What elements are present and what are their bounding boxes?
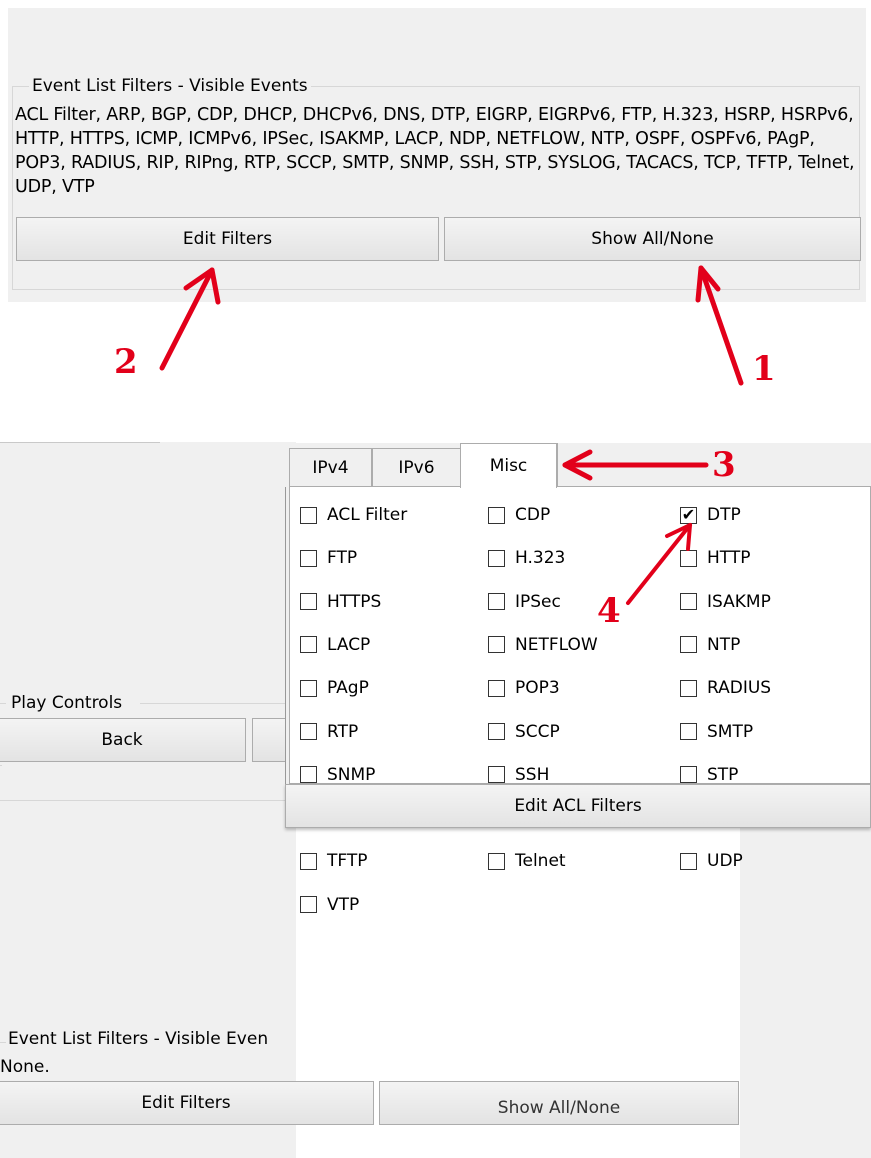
checkbox-label: VTP (327, 894, 360, 915)
show-all-none-button-secondary[interactable]: Show All/None (379, 1081, 739, 1125)
checkbox-udp[interactable]: UDP (680, 849, 743, 873)
checkbox-label: DTP (707, 505, 741, 525)
divider (0, 765, 2, 766)
checkbox-box[interactable] (488, 636, 505, 654)
tab-ipv6[interactable]: IPv6 (372, 448, 461, 487)
tab-ipv4[interactable]: IPv4 (289, 448, 372, 487)
edit-filters-button-secondary[interactable]: Edit Filters (0, 1081, 374, 1125)
checkbox-label: H.323 (515, 548, 566, 569)
checkbox-label: FTP (327, 548, 358, 569)
checkbox-label: NTP (707, 634, 741, 655)
group-title: Event List Filters - Visible Events (29, 76, 311, 96)
checkbox-box[interactable] (680, 636, 697, 654)
checkbox-box[interactable] (300, 723, 317, 740)
checkbox-label: TFTP (327, 851, 368, 872)
panel-background (740, 800, 871, 1158)
checkbox-box[interactable] (300, 549, 317, 567)
checkbox-ipsec[interactable]: IPSec (488, 590, 561, 614)
checkbox-box[interactable] (488, 506, 505, 524)
misc-tab-content: ACL Filter CDP ✔ DTP FTP H.323 HTTP HTTPS IPSec I… (289, 486, 871, 915)
checkbox-label: SNMP (327, 764, 376, 785)
checkbox-box[interactable] (300, 896, 317, 914)
checkbox-pop3[interactable]: POP3 (488, 676, 560, 700)
checkbox-box[interactable] (300, 679, 317, 697)
event-list-filters-title: Event List Filters - Visible Even (8, 1029, 269, 1049)
tab-separator (557, 443, 558, 487)
checkbox-label: NETFLOW (515, 634, 598, 655)
checkbox-smtp[interactable]: SMTP (680, 720, 753, 744)
checkbox-dtp[interactable]: ✔ DTP (680, 503, 741, 527)
checkbox-isakmp[interactable]: ISAKMP (680, 590, 771, 614)
checkbox-rtp[interactable]: RTP (300, 720, 358, 744)
checkbox-label: Telnet (515, 851, 566, 872)
divider (0, 1042, 6, 1043)
checkbox-label: RTP (327, 721, 359, 742)
checkbox-box[interactable] (488, 549, 505, 567)
checkbox-label: HTTPS (327, 591, 382, 612)
checkbox-radius[interactable]: RADIUS (680, 676, 771, 700)
checkbox-label: ISAKMP (707, 591, 771, 612)
checkbox-netflow[interactable]: NETFLOW (488, 633, 598, 657)
checkbox-label: POP3 (515, 678, 560, 699)
checkbox-acl-filter[interactable]: ACL Filter (300, 503, 407, 527)
divider (0, 800, 290, 801)
checkbox-box[interactable] (300, 636, 317, 654)
checkbox-label: SMTP (707, 721, 754, 742)
checkbox-label: STP (707, 764, 739, 785)
checkbox-label: SSH (515, 764, 550, 785)
checkbox-h-323[interactable]: H.323 (488, 546, 565, 570)
checkbox-label: IPSec (515, 591, 561, 612)
checkbox-box[interactable] (488, 593, 505, 611)
checkbox-box[interactable] (680, 766, 697, 784)
checkbox-telnet[interactable]: Telnet (488, 849, 566, 873)
annotation-step-3: 3 (712, 445, 736, 485)
checkbox-vtp[interactable]: VTP (300, 893, 359, 917)
checkbox-http[interactable]: HTTP (680, 546, 751, 570)
checkbox-box[interactable] (300, 593, 317, 611)
annotation-step-4: 4 (597, 591, 621, 631)
tab-misc[interactable]: Misc (460, 443, 557, 488)
checkbox-lacp[interactable]: LACP (300, 633, 370, 657)
checkbox-box[interactable] (680, 593, 697, 611)
annotation-step-2: 2 (114, 342, 138, 382)
checkbox-label: PAgP (327, 678, 369, 699)
checkbox-ftp[interactable]: FTP (300, 546, 357, 570)
back-button[interactable]: Back (0, 718, 246, 762)
checkbox-label: RADIUS (707, 678, 772, 699)
checkbox-box[interactable] (680, 679, 697, 697)
divider (0, 442, 160, 443)
divider (140, 703, 290, 704)
divider (0, 703, 6, 704)
checkbox-label: HTTP (707, 548, 751, 569)
checkbox-box[interactable] (488, 852, 505, 870)
checkbox-label: ACL Filter (327, 505, 408, 525)
checkbox-box[interactable] (300, 766, 317, 784)
checkbox-pagp[interactable]: PAgP (300, 676, 369, 700)
checkbox-box[interactable] (680, 549, 697, 567)
checkbox-https[interactable]: HTTPS (300, 590, 381, 614)
visible-events-list: ACL Filter, ARP, BGP, CDP, DHCP, DHCPv6,… (15, 105, 855, 197)
checkbox-box[interactable] (488, 766, 505, 784)
checkbox-box[interactable] (680, 852, 697, 870)
checkbox-box[interactable] (488, 679, 505, 697)
checkbox-sccp[interactable]: SCCP (488, 720, 560, 744)
checkbox-box[interactable] (680, 723, 697, 740)
checkbox-cdp[interactable]: CDP (488, 503, 550, 527)
checkbox-label: LACP (327, 634, 371, 655)
edit-acl-filters-button[interactable]: Edit ACL Filters (285, 784, 871, 828)
edit-filters-button[interactable]: Edit Filters (16, 217, 439, 261)
checkbox-tftp[interactable]: TFTP (300, 849, 368, 873)
checkbox-label: SCCP (515, 721, 560, 742)
play-controls-title: Play Controls (9, 693, 125, 713)
checkbox-label: UDP (707, 851, 743, 872)
checkbox-ntp[interactable]: NTP (680, 633, 740, 657)
checkbox-box[interactable] (300, 852, 317, 870)
checkbox-box[interactable] (300, 506, 317, 524)
checkmark-icon[interactable]: ✔ (680, 506, 697, 524)
checkbox-label: CDP (515, 505, 551, 525)
visible-events-list: None. (0, 1057, 50, 1077)
annotation-step-1: 1 (752, 349, 776, 389)
show-all-none-button[interactable]: Show All/None (444, 217, 861, 261)
checkbox-box[interactable] (488, 723, 505, 740)
